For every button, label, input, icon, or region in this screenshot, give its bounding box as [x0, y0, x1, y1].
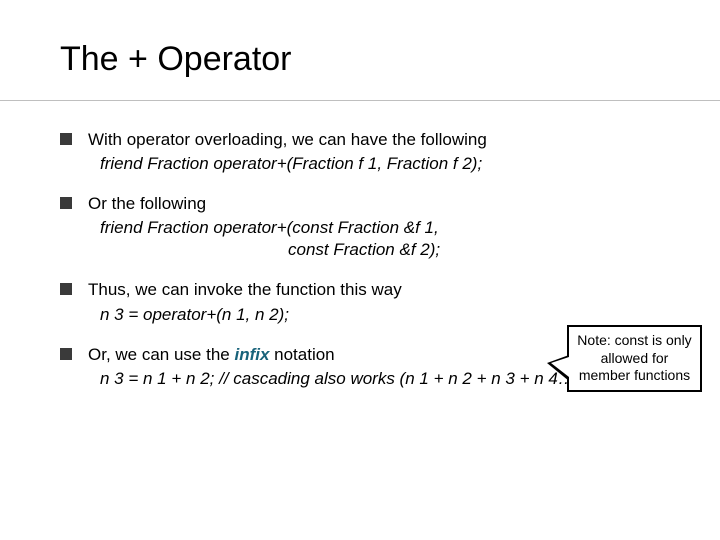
bullet-text: With operator overloading, we can have t… [88, 130, 487, 149]
code-line: const Fraction &f 2); [88, 239, 660, 261]
slide: The + Operator With operator overloading… [0, 0, 720, 540]
bullet-text: Or the following [88, 194, 206, 213]
bullet-text: Thus, we can invoke the function this wa… [88, 280, 402, 299]
callout-note: Note: const is only allowed for member f… [567, 325, 702, 392]
bullet-item: Or the following friend Fraction operato… [60, 193, 660, 261]
infix-emphasis: infix [234, 345, 269, 364]
code-line: friend Fraction operator+(Fraction f 1, … [88, 153, 660, 175]
bullet-item: With operator overloading, we can have t… [60, 129, 660, 175]
code-line: n 3 = operator+(n 1, n 2); [88, 304, 660, 326]
slide-title: The + Operator [60, 40, 660, 79]
title-divider [0, 100, 720, 101]
code-line: friend Fraction operator+(const Fraction… [88, 217, 660, 239]
bullet-text-suffix: notation [269, 345, 334, 364]
bullet-text-prefix: Or, we can use the [88, 345, 234, 364]
bullet-item: Thus, we can invoke the function this wa… [60, 279, 660, 325]
